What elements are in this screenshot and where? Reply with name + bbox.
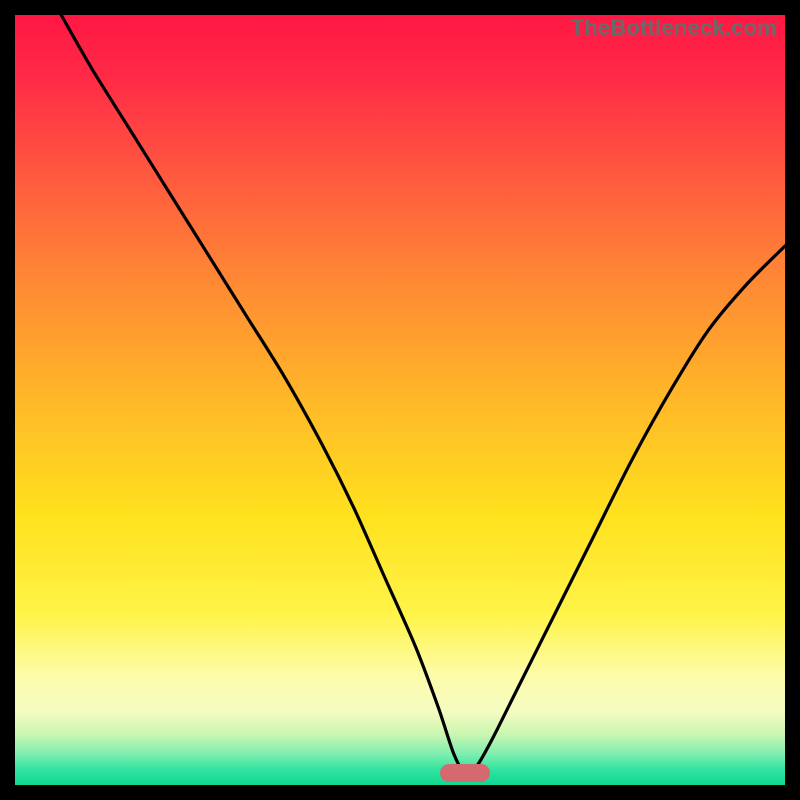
watermark-text: TheBottleneck.com <box>571 15 777 41</box>
optimal-point-marker <box>440 764 490 782</box>
plot-area: TheBottleneck.com <box>15 15 785 785</box>
chart-frame: TheBottleneck.com <box>0 0 800 800</box>
bottleneck-curve <box>15 15 785 785</box>
